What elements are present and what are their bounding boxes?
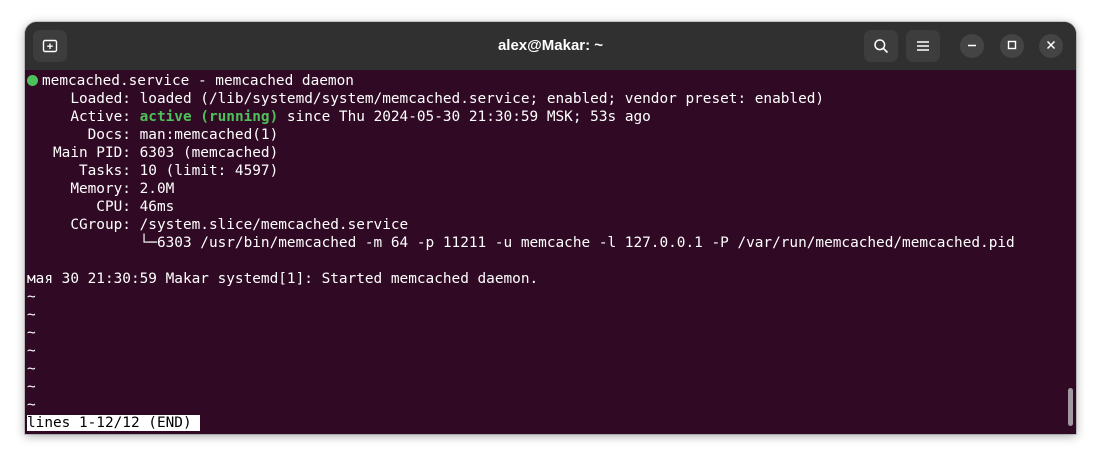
tilde-line: ~ (27, 379, 36, 395)
tilde-line: ~ (27, 307, 36, 323)
minimize-button[interactable] (960, 34, 984, 58)
cgroup-process-line: └─6303 /usr/bin/memcached -m 64 -p 11211… (27, 235, 1015, 251)
loaded-line: Loaded: loaded (/lib/systemd/system/memc… (27, 91, 825, 107)
active-label: Active: (27, 109, 140, 125)
search-icon (873, 38, 889, 54)
cpu-line: CPU: 46ms (27, 199, 175, 215)
vertical-scrollbar[interactable] (1068, 388, 1073, 426)
menu-button[interactable] (906, 30, 940, 62)
service-name-text: memcached.service - memcached daemon (42, 73, 354, 89)
service-header-line: memcached.service - memcached daemon (27, 72, 354, 90)
docs-line: Docs: man:memcached(1) (27, 127, 279, 143)
pager-status-bar: lines 1-12/12 (END) (27, 415, 200, 431)
search-button[interactable] (864, 30, 898, 62)
close-button[interactable] (1039, 34, 1063, 58)
cgroup-line: CGroup: /system.slice/memcached.service (27, 217, 409, 233)
tilde-line: ~ (27, 361, 36, 377)
hamburger-menu-icon (916, 40, 930, 52)
tilde-line: ~ (27, 289, 36, 305)
active-line: Active: active (running) since Thu 2024-… (27, 108, 651, 126)
active-since-text: since Thu 2024-05-30 21:30:59 MSK; 53s a… (278, 109, 651, 125)
close-icon (1046, 37, 1056, 55)
maximize-button[interactable] (1000, 34, 1024, 58)
journal-log-line: мая 30 21:30:59 Makar systemd[1]: Starte… (27, 271, 539, 287)
maximize-icon (1007, 37, 1017, 55)
tasks-line: Tasks: 10 (limit: 4597) (27, 163, 279, 179)
pager-status-line: lines 1-12/12 (END) (27, 414, 200, 432)
tilde-line: ~ (27, 343, 36, 359)
active-status-text: active (running) (139, 109, 279, 125)
memory-line: Memory: 2.0M (27, 181, 175, 197)
terminal-window: alex@Makar: ~ memcached.service - memcac… (25, 22, 1076, 434)
tilde-line: ~ (27, 397, 36, 413)
terminal-output[interactable]: memcached.service - memcached daemon Loa… (25, 70, 1076, 434)
minimize-icon (967, 37, 977, 55)
title-bar: alex@Makar: ~ (25, 22, 1076, 70)
tilde-line: ~ (27, 325, 36, 341)
main-pid-line: Main PID: 6303 (memcached) (27, 145, 279, 161)
service-status-dot-icon (27, 75, 38, 86)
